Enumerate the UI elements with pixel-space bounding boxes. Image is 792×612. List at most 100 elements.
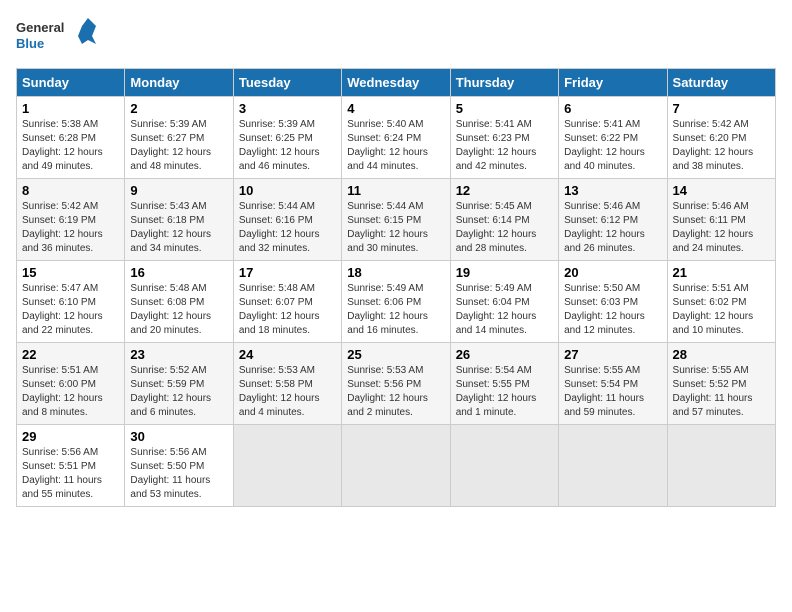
- day-cell: 18 Sunrise: 5:49 AM Sunset: 6:06 PM Dayl…: [342, 261, 450, 343]
- day-header-saturday: Saturday: [667, 69, 775, 97]
- day-cell: 24 Sunrise: 5:53 AM Sunset: 5:58 PM Dayl…: [233, 343, 341, 425]
- day-info: Sunrise: 5:41 AM Sunset: 6:23 PM Dayligh…: [456, 118, 553, 174]
- day-info: Sunrise: 5:46 AM Sunset: 6:12 PM Dayligh…: [564, 200, 661, 256]
- day-number: 4: [347, 101, 444, 116]
- day-cell: 20 Sunrise: 5:50 AM Sunset: 6:03 PM Dayl…: [559, 261, 667, 343]
- day-info: Sunrise: 5:40 AM Sunset: 6:24 PM Dayligh…: [347, 118, 444, 174]
- day-header-sunday: Sunday: [17, 69, 125, 97]
- day-header-row: SundayMondayTuesdayWednesdayThursdayFrid…: [17, 69, 776, 97]
- week-row-3: 15 Sunrise: 5:47 AM Sunset: 6:10 PM Dayl…: [17, 261, 776, 343]
- day-number: 21: [673, 265, 770, 280]
- day-info: Sunrise: 5:50 AM Sunset: 6:03 PM Dayligh…: [564, 282, 661, 338]
- day-cell: 8 Sunrise: 5:42 AM Sunset: 6:19 PM Dayli…: [17, 179, 125, 261]
- day-info: Sunrise: 5:42 AM Sunset: 6:20 PM Dayligh…: [673, 118, 770, 174]
- day-cell: 17 Sunrise: 5:48 AM Sunset: 6:07 PM Dayl…: [233, 261, 341, 343]
- day-info: Sunrise: 5:54 AM Sunset: 5:55 PM Dayligh…: [456, 364, 553, 420]
- day-header-monday: Monday: [125, 69, 233, 97]
- day-number: 22: [22, 347, 119, 362]
- day-cell: 1 Sunrise: 5:38 AM Sunset: 6:28 PM Dayli…: [17, 97, 125, 179]
- day-number: 24: [239, 347, 336, 362]
- day-number: 6: [564, 101, 661, 116]
- day-cell: 11 Sunrise: 5:44 AM Sunset: 6:15 PM Dayl…: [342, 179, 450, 261]
- day-number: 17: [239, 265, 336, 280]
- day-cell: 9 Sunrise: 5:43 AM Sunset: 6:18 PM Dayli…: [125, 179, 233, 261]
- day-info: Sunrise: 5:55 AM Sunset: 5:54 PM Dayligh…: [564, 364, 661, 420]
- day-number: 8: [22, 183, 119, 198]
- day-info: Sunrise: 5:46 AM Sunset: 6:11 PM Dayligh…: [673, 200, 770, 256]
- day-number: 27: [564, 347, 661, 362]
- calendar-table: SundayMondayTuesdayWednesdayThursdayFrid…: [16, 68, 776, 507]
- day-cell: 10 Sunrise: 5:44 AM Sunset: 6:16 PM Dayl…: [233, 179, 341, 261]
- day-info: Sunrise: 5:45 AM Sunset: 6:14 PM Dayligh…: [456, 200, 553, 256]
- day-cell: [559, 425, 667, 507]
- day-cell: 26 Sunrise: 5:54 AM Sunset: 5:55 PM Dayl…: [450, 343, 558, 425]
- day-number: 20: [564, 265, 661, 280]
- day-cell: 27 Sunrise: 5:55 AM Sunset: 5:54 PM Dayl…: [559, 343, 667, 425]
- logo-icon: General Blue: [16, 16, 96, 56]
- day-number: 29: [22, 429, 119, 444]
- day-number: 5: [456, 101, 553, 116]
- day-cell: 16 Sunrise: 5:48 AM Sunset: 6:08 PM Dayl…: [125, 261, 233, 343]
- day-header-friday: Friday: [559, 69, 667, 97]
- day-number: 14: [673, 183, 770, 198]
- day-cell: 14 Sunrise: 5:46 AM Sunset: 6:11 PM Dayl…: [667, 179, 775, 261]
- page-header: General Blue: [16, 16, 776, 56]
- day-cell: [233, 425, 341, 507]
- day-info: Sunrise: 5:55 AM Sunset: 5:52 PM Dayligh…: [673, 364, 770, 420]
- day-info: Sunrise: 5:51 AM Sunset: 6:00 PM Dayligh…: [22, 364, 119, 420]
- day-cell: 19 Sunrise: 5:49 AM Sunset: 6:04 PM Dayl…: [450, 261, 558, 343]
- day-cell: 5 Sunrise: 5:41 AM Sunset: 6:23 PM Dayli…: [450, 97, 558, 179]
- day-cell: 7 Sunrise: 5:42 AM Sunset: 6:20 PM Dayli…: [667, 97, 775, 179]
- day-header-wednesday: Wednesday: [342, 69, 450, 97]
- day-info: Sunrise: 5:49 AM Sunset: 6:06 PM Dayligh…: [347, 282, 444, 338]
- week-row-4: 22 Sunrise: 5:51 AM Sunset: 6:00 PM Dayl…: [17, 343, 776, 425]
- day-info: Sunrise: 5:53 AM Sunset: 5:58 PM Dayligh…: [239, 364, 336, 420]
- day-header-thursday: Thursday: [450, 69, 558, 97]
- day-number: 7: [673, 101, 770, 116]
- day-info: Sunrise: 5:38 AM Sunset: 6:28 PM Dayligh…: [22, 118, 119, 174]
- week-row-5: 29 Sunrise: 5:56 AM Sunset: 5:51 PM Dayl…: [17, 425, 776, 507]
- day-info: Sunrise: 5:47 AM Sunset: 6:10 PM Dayligh…: [22, 282, 119, 338]
- day-number: 18: [347, 265, 444, 280]
- day-number: 28: [673, 347, 770, 362]
- day-number: 25: [347, 347, 444, 362]
- day-info: Sunrise: 5:42 AM Sunset: 6:19 PM Dayligh…: [22, 200, 119, 256]
- day-info: Sunrise: 5:52 AM Sunset: 5:59 PM Dayligh…: [130, 364, 227, 420]
- day-number: 19: [456, 265, 553, 280]
- day-cell: 6 Sunrise: 5:41 AM Sunset: 6:22 PM Dayli…: [559, 97, 667, 179]
- day-cell: 22 Sunrise: 5:51 AM Sunset: 6:00 PM Dayl…: [17, 343, 125, 425]
- day-number: 15: [22, 265, 119, 280]
- day-cell: 2 Sunrise: 5:39 AM Sunset: 6:27 PM Dayli…: [125, 97, 233, 179]
- day-info: Sunrise: 5:39 AM Sunset: 6:25 PM Dayligh…: [239, 118, 336, 174]
- logo: General Blue: [16, 16, 96, 56]
- svg-text:General: General: [16, 20, 64, 35]
- day-info: Sunrise: 5:41 AM Sunset: 6:22 PM Dayligh…: [564, 118, 661, 174]
- day-cell: 15 Sunrise: 5:47 AM Sunset: 6:10 PM Dayl…: [17, 261, 125, 343]
- day-cell: 28 Sunrise: 5:55 AM Sunset: 5:52 PM Dayl…: [667, 343, 775, 425]
- week-row-1: 1 Sunrise: 5:38 AM Sunset: 6:28 PM Dayli…: [17, 97, 776, 179]
- day-number: 2: [130, 101, 227, 116]
- day-cell: 29 Sunrise: 5:56 AM Sunset: 5:51 PM Dayl…: [17, 425, 125, 507]
- day-number: 23: [130, 347, 227, 362]
- day-header-tuesday: Tuesday: [233, 69, 341, 97]
- day-cell: 3 Sunrise: 5:39 AM Sunset: 6:25 PM Dayli…: [233, 97, 341, 179]
- day-cell: 21 Sunrise: 5:51 AM Sunset: 6:02 PM Dayl…: [667, 261, 775, 343]
- day-number: 16: [130, 265, 227, 280]
- day-number: 3: [239, 101, 336, 116]
- day-number: 11: [347, 183, 444, 198]
- day-number: 30: [130, 429, 227, 444]
- day-info: Sunrise: 5:43 AM Sunset: 6:18 PM Dayligh…: [130, 200, 227, 256]
- day-info: Sunrise: 5:44 AM Sunset: 6:15 PM Dayligh…: [347, 200, 444, 256]
- day-cell: [450, 425, 558, 507]
- day-info: Sunrise: 5:56 AM Sunset: 5:51 PM Dayligh…: [22, 446, 119, 502]
- day-number: 9: [130, 183, 227, 198]
- day-info: Sunrise: 5:53 AM Sunset: 5:56 PM Dayligh…: [347, 364, 444, 420]
- day-cell: 30 Sunrise: 5:56 AM Sunset: 5:50 PM Dayl…: [125, 425, 233, 507]
- day-cell: 13 Sunrise: 5:46 AM Sunset: 6:12 PM Dayl…: [559, 179, 667, 261]
- day-cell: 23 Sunrise: 5:52 AM Sunset: 5:59 PM Dayl…: [125, 343, 233, 425]
- day-number: 13: [564, 183, 661, 198]
- svg-text:Blue: Blue: [16, 36, 44, 51]
- day-cell: [342, 425, 450, 507]
- day-number: 1: [22, 101, 119, 116]
- day-info: Sunrise: 5:51 AM Sunset: 6:02 PM Dayligh…: [673, 282, 770, 338]
